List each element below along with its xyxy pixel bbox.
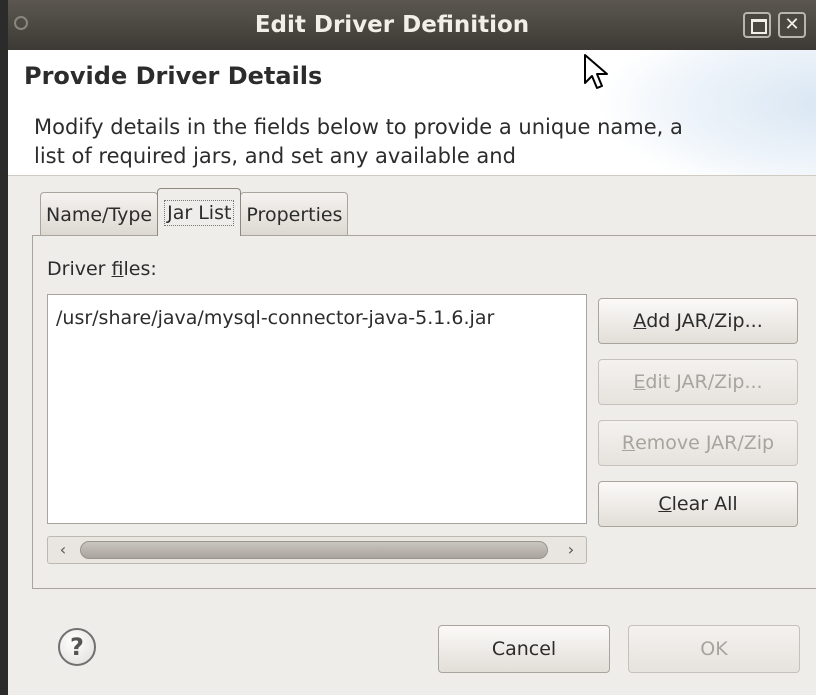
label-text: iles: xyxy=(123,258,157,280)
edit-driver-dialog: Edit Driver Definition ✕ Provide Driver … xyxy=(8,0,816,695)
tab-properties[interactable]: Properties xyxy=(240,192,349,236)
scroll-left-icon[interactable]: ‹ xyxy=(52,539,74,561)
button-label: emove JAR/Zip xyxy=(635,432,775,454)
scroll-thumb[interactable] xyxy=(80,541,548,559)
button-label: dd JAR/Zip... xyxy=(646,310,763,332)
tab-bar: Name/Type Jar List Properties xyxy=(40,188,349,236)
mnemonic: C xyxy=(658,493,672,515)
page-title: Provide Driver Details xyxy=(24,62,323,90)
add-jar-button[interactable]: Add JAR/Zip... xyxy=(598,298,798,344)
button-label: dit JAR/Zip... xyxy=(645,371,763,393)
horizontal-scrollbar[interactable]: ‹ › xyxy=(47,536,587,564)
driver-files-list[interactable]: /usr/share/java/mysql-connector-java-5.1… xyxy=(47,294,587,524)
dialog-header: Provide Driver Details Modify details in… xyxy=(8,50,816,176)
driver-files-label: Driver files: xyxy=(47,258,157,280)
button-label: lear All xyxy=(671,493,738,515)
tab-jar-list[interactable]: Jar List xyxy=(157,188,242,236)
window-title: Edit Driver Definition xyxy=(254,12,530,38)
mnemonic: R xyxy=(621,432,636,454)
mnemonic: A xyxy=(633,310,647,332)
maximize-icon[interactable] xyxy=(743,12,771,38)
mouse-cursor-icon xyxy=(584,54,608,89)
ok-button[interactable]: OK xyxy=(628,625,800,673)
label-text: Driver xyxy=(47,258,112,280)
edit-jar-button[interactable]: Edit JAR/Zip... xyxy=(598,359,798,405)
window-menu-icon[interactable] xyxy=(14,16,28,30)
list-item[interactable]: /usr/share/java/mysql-connector-java-5.1… xyxy=(56,307,494,329)
title-bar[interactable]: Edit Driver Definition ✕ xyxy=(8,0,816,50)
mnemonic: E xyxy=(633,371,646,393)
tab-name-type[interactable]: Name/Type xyxy=(40,192,159,236)
tab-label: Name/Type xyxy=(46,203,153,226)
label-mnemonic: f xyxy=(111,258,124,280)
clear-all-button[interactable]: Clear All xyxy=(598,481,798,527)
scroll-right-icon[interactable]: › xyxy=(560,539,582,561)
help-icon[interactable]: ? xyxy=(58,628,96,666)
header-description: Modify details in the fields below to pr… xyxy=(34,115,683,168)
remove-jar-button[interactable]: Remove JAR/Zip xyxy=(598,420,798,466)
close-icon[interactable]: ✕ xyxy=(778,12,806,38)
jar-list-panel: Driver files: /usr/share/java/mysql-conn… xyxy=(32,235,816,589)
tab-label: Jar List xyxy=(164,199,235,226)
cancel-button[interactable]: Cancel xyxy=(438,625,610,673)
tab-label: Properties xyxy=(246,203,343,226)
